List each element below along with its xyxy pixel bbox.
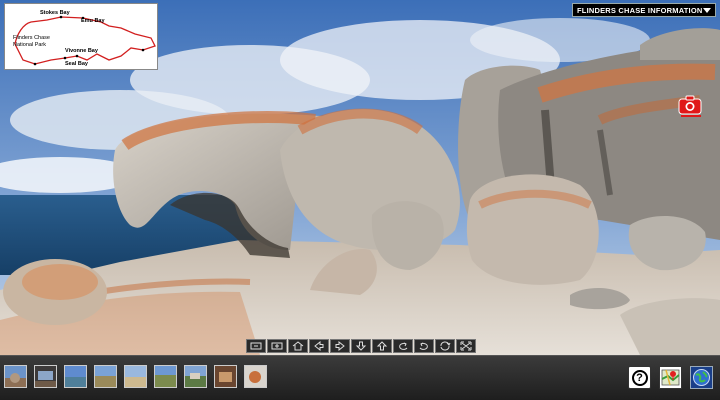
- thumbnail-strip: ?: [0, 355, 720, 400]
- scene-thumbnail[interactable]: [94, 365, 117, 388]
- map-icon: [661, 369, 680, 386]
- globe-icon: [693, 369, 710, 386]
- zoom-out-icon: [250, 342, 262, 350]
- minimap-marker[interactable]: [33, 62, 37, 66]
- scene-thumbnail[interactable]: [4, 365, 27, 388]
- scene-thumbnail[interactable]: [244, 365, 267, 388]
- minimap-marker[interactable]: [81, 16, 85, 20]
- scene-thumbnail[interactable]: [184, 365, 207, 388]
- minimap-label-park-1: Flinders Chase: [13, 35, 50, 41]
- info-dropdown[interactable]: FLINDERS CHASE INFORMATION: [572, 3, 716, 17]
- pan-down-button[interactable]: [351, 339, 371, 353]
- scene-thumbnail[interactable]: [34, 365, 57, 388]
- arrow-right-icon: [335, 341, 345, 351]
- rotate-left-icon: [399, 342, 408, 350]
- help-icon: ?: [631, 369, 648, 386]
- minimap-label-emu-bay: Emu Bay: [81, 18, 105, 24]
- minimap-marker[interactable]: [75, 54, 79, 58]
- camera-icon[interactable]: [677, 94, 705, 118]
- pan-up-button[interactable]: [372, 339, 392, 353]
- home-button[interactable]: [288, 339, 308, 353]
- autorotate-button[interactable]: [435, 339, 455, 353]
- minimap-marker[interactable]: [59, 15, 63, 19]
- info-dropdown-label: FLINDERS CHASE INFORMATION: [577, 5, 703, 15]
- scene-thumbnail[interactable]: [64, 365, 87, 388]
- minimap-label-stokes-bay: Stokes Bay: [40, 10, 71, 16]
- rotate-right-icon: [419, 342, 428, 350]
- thumbnail-list: [4, 365, 267, 388]
- arrow-up-icon: [376, 341, 388, 351]
- pan-right-button[interactable]: [330, 339, 350, 353]
- fullscreen-icon: [460, 341, 472, 351]
- autorotate-icon: [440, 341, 451, 351]
- minimap-label-vivonne-bay: Vivonne Bay: [65, 48, 99, 54]
- zoom-out-button[interactable]: [246, 339, 266, 353]
- rotate-right-button[interactable]: [414, 339, 434, 353]
- minimap-marker[interactable]: [141, 48, 145, 52]
- fullscreen-button[interactable]: [456, 339, 476, 353]
- minimap[interactable]: Stokes Bay Emu Bay Flinders Chase Nation…: [4, 3, 158, 70]
- scene-thumbnail[interactable]: [154, 365, 177, 388]
- scene-thumbnail[interactable]: [124, 365, 147, 388]
- home-icon: [292, 341, 304, 351]
- panorama-viewer: Stokes Bay Emu Bay Flinders Chase Nation…: [0, 0, 720, 400]
- pan-left-button[interactable]: [309, 339, 329, 353]
- zoom-in-button[interactable]: [267, 339, 287, 353]
- arrow-left-icon: [314, 341, 324, 351]
- navigation-toolbar: [246, 339, 476, 353]
- minimap-label-seal-bay: Seal Bay: [65, 61, 89, 67]
- minimap-marker[interactable]: [63, 56, 67, 60]
- map-button[interactable]: [659, 366, 682, 389]
- zoom-in-icon: [271, 342, 283, 350]
- rotate-left-button[interactable]: [393, 339, 413, 353]
- help-button[interactable]: ?: [628, 366, 651, 389]
- scene-thumbnail[interactable]: [214, 365, 237, 388]
- minimap-label-park-2: National Park: [13, 42, 46, 48]
- arrow-down-icon: [355, 341, 367, 351]
- globe-button[interactable]: [690, 366, 713, 389]
- chevron-down-icon: [703, 7, 711, 13]
